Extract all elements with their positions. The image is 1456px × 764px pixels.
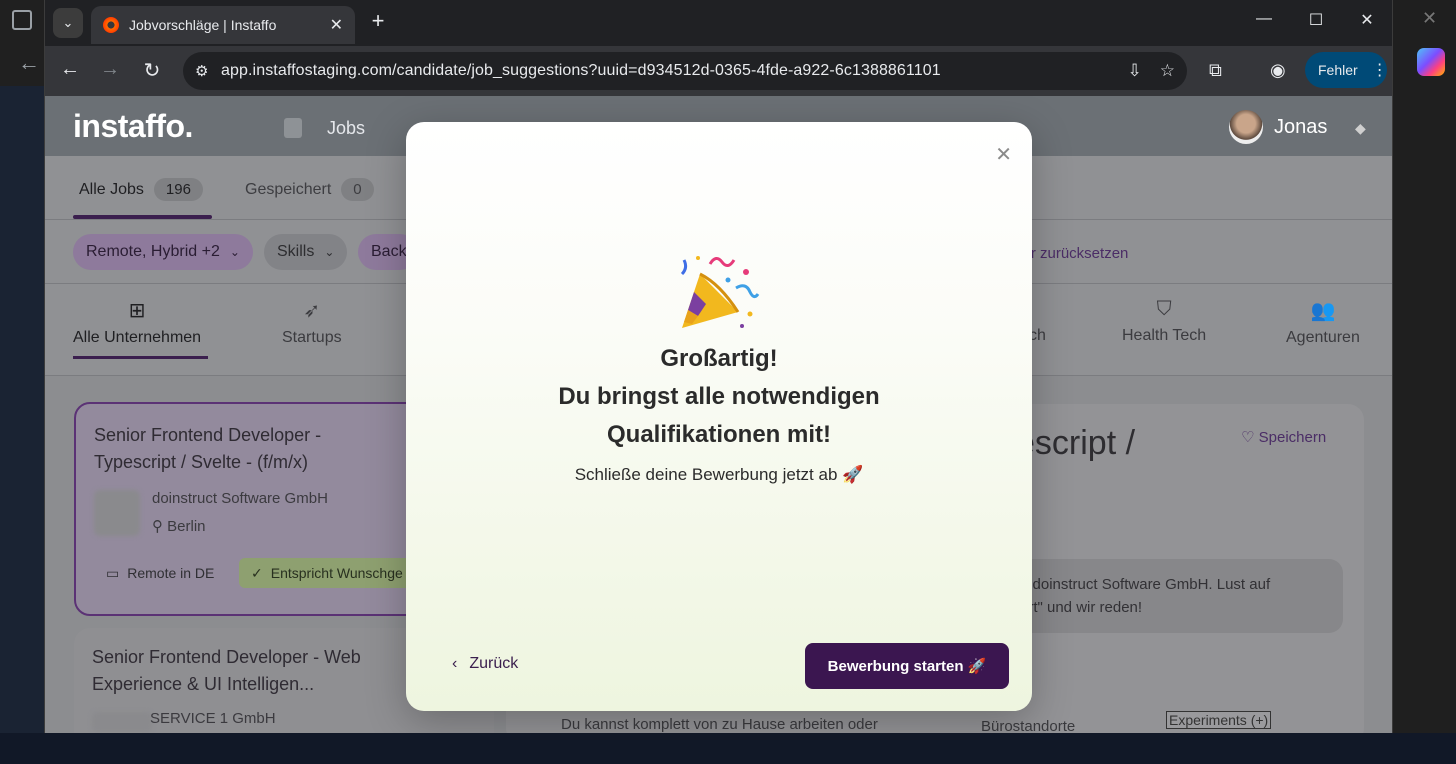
success-modal: ✕ Großartig! Du bringst alle notwendigen… — [406, 122, 1032, 711]
modal-subtitle: Schließe deine Bewerbung jetzt ab 🚀 — [574, 465, 864, 484]
desktop-background — [0, 733, 1456, 764]
modal-overlay: ✕ Großartig! Du bringst alle notwendigen… — [45, 96, 1392, 733]
browser-toolbar: ← → ↻ ⚙ app.instaffostaging.com/candidat… — [45, 46, 1392, 96]
reload-icon[interactable]: ↻ — [139, 58, 165, 83]
url-text: app.instaffostaging.com/candidate/job_su… — [221, 62, 941, 79]
minimize-icon[interactable]: — — [1249, 10, 1279, 28]
site-info-icon[interactable]: ⚙ — [195, 62, 221, 80]
browser-tab[interactable]: Jobvorschläge | Instaffo ✕ — [91, 6, 355, 44]
profile-error-button[interactable]: Fehler ⋮ — [1305, 52, 1388, 88]
profile-label: Fehler — [1318, 62, 1358, 78]
close-window-icon[interactable]: ✕ — [1352, 10, 1382, 30]
desktop-background — [0, 86, 44, 764]
new-tab-icon[interactable]: + — [363, 8, 393, 34]
menu-dots-icon: ⋮ — [1371, 62, 1388, 79]
browser-window: ⌄ Jobvorschläge | Instaffo ✕ + — ☐ ✕ ← →… — [44, 0, 1393, 733]
account-icon[interactable]: ◉ — [1270, 60, 1286, 81]
instaffo-favicon-icon — [103, 17, 119, 33]
close-icon: ✕ — [1422, 8, 1438, 28]
start-application-button[interactable]: Bewerbung starten 🚀 — [805, 643, 1009, 689]
copilot-icon[interactable] — [1417, 48, 1445, 76]
web-viewport: instaffo. Jobs Jonas ◆ Alle Jobs 196 Gesp… — [45, 96, 1392, 733]
heading-line: Qualifikationen mit! — [606, 421, 831, 448]
sidebar-tabs-icon — [12, 10, 32, 30]
extensions-icon[interactable]: ⧉ — [1209, 60, 1222, 81]
desktop-right-strip — [1393, 0, 1456, 764]
close-tab-icon[interactable]: ✕ — [330, 15, 343, 35]
tab-bar: ⌄ Jobvorschläge | Instaffo ✕ + — ☐ ✕ — [45, 0, 1392, 46]
address-bar[interactable]: ⚙ app.instaffostaging.com/candidate/job_… — [183, 52, 1187, 90]
install-app-icon[interactable]: ⇩ — [1128, 61, 1142, 81]
back-button[interactable]: ‹ Zurück — [452, 655, 518, 673]
modal-heading: Großartig! Du bringst alle notwendigen Q… — [406, 340, 1032, 454]
forward-icon[interactable]: → — [97, 58, 123, 81]
chevron-left-icon: ‹ — [452, 655, 458, 672]
tab-search-dropdown-icon[interactable]: ⌄ — [53, 8, 83, 38]
maximize-icon[interactable]: ☐ — [1301, 10, 1331, 30]
bookmark-star-icon[interactable]: ☆ — [1160, 61, 1175, 81]
back-arrow-icon: ← — [18, 50, 40, 75]
close-icon[interactable]: ✕ — [995, 142, 1012, 167]
back-label: Zurück — [469, 655, 519, 672]
back-icon[interactable]: ← — [57, 58, 83, 81]
tab-title: Jobvorschläge | Instaffo — [129, 17, 277, 33]
heading-line: Großartig! — [660, 345, 778, 372]
heading-line: Du bringst alle notwendigen — [558, 383, 880, 410]
party-popper-icon — [680, 256, 760, 328]
